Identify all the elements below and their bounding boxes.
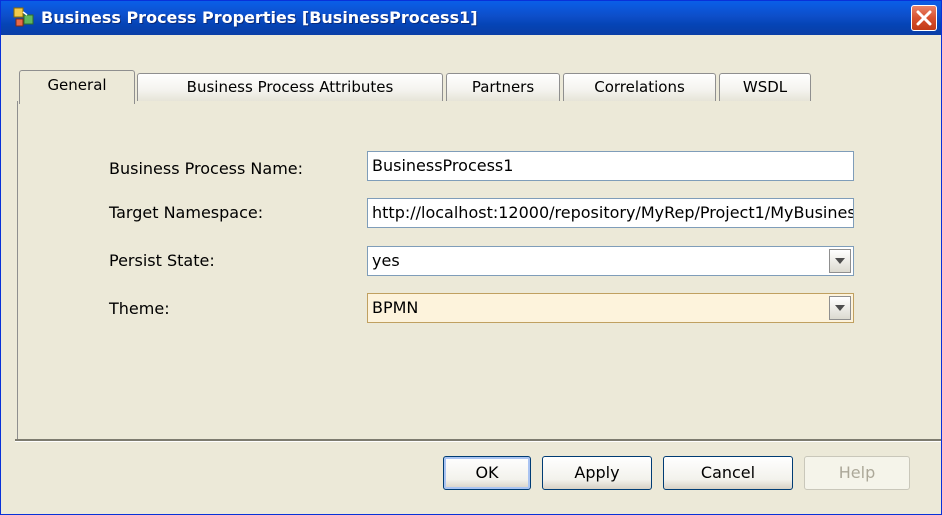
tab-correlations[interactable]: Correlations	[563, 73, 716, 101]
help-button: Help	[804, 456, 910, 490]
theme-value: BPMN	[372, 298, 419, 317]
tab-business-process-attributes[interactable]: Business Process Attributes	[137, 73, 443, 101]
persist-state-label: Persist State:	[109, 251, 215, 270]
tab-strip: General Business Process Attributes Part…	[1, 35, 941, 105]
business-process-icon	[13, 7, 34, 27]
persist-state-value: yes	[372, 251, 400, 270]
theme-label: Theme:	[109, 299, 170, 318]
window-title: Business Process Properties [BusinessPro…	[41, 8, 478, 27]
tab-general[interactable]: General	[19, 70, 135, 104]
persist-state-dropdown-button[interactable]	[829, 249, 851, 273]
tab-wsdl[interactable]: WSDL	[719, 73, 811, 101]
title-bar[interactable]: Business Process Properties [BusinessPro…	[1, 1, 941, 35]
target-namespace-input[interactable]: http://localhost:12000/repository/MyRep/…	[367, 198, 854, 228]
theme-select[interactable]: BPMN	[367, 293, 854, 323]
close-icon	[916, 10, 932, 26]
theme-dropdown-button[interactable]	[829, 296, 851, 320]
chevron-down-icon	[835, 305, 845, 311]
apply-button[interactable]: Apply	[542, 456, 652, 490]
tab-partners[interactable]: Partners	[446, 73, 560, 101]
cancel-button[interactable]: Cancel	[663, 456, 793, 490]
close-button[interactable]	[911, 5, 937, 31]
business-process-name-label: Business Process Name:	[109, 159, 304, 178]
target-namespace-label: Target Namespace:	[109, 203, 264, 222]
persist-state-select[interactable]: yes	[367, 246, 854, 276]
ok-button[interactable]: OK	[443, 456, 531, 490]
separator	[15, 439, 941, 442]
business-process-name-input[interactable]: BusinessProcess1	[367, 151, 854, 181]
chevron-down-icon	[835, 258, 845, 264]
dialog-window: Business Process Properties [BusinessPro…	[0, 0, 942, 515]
